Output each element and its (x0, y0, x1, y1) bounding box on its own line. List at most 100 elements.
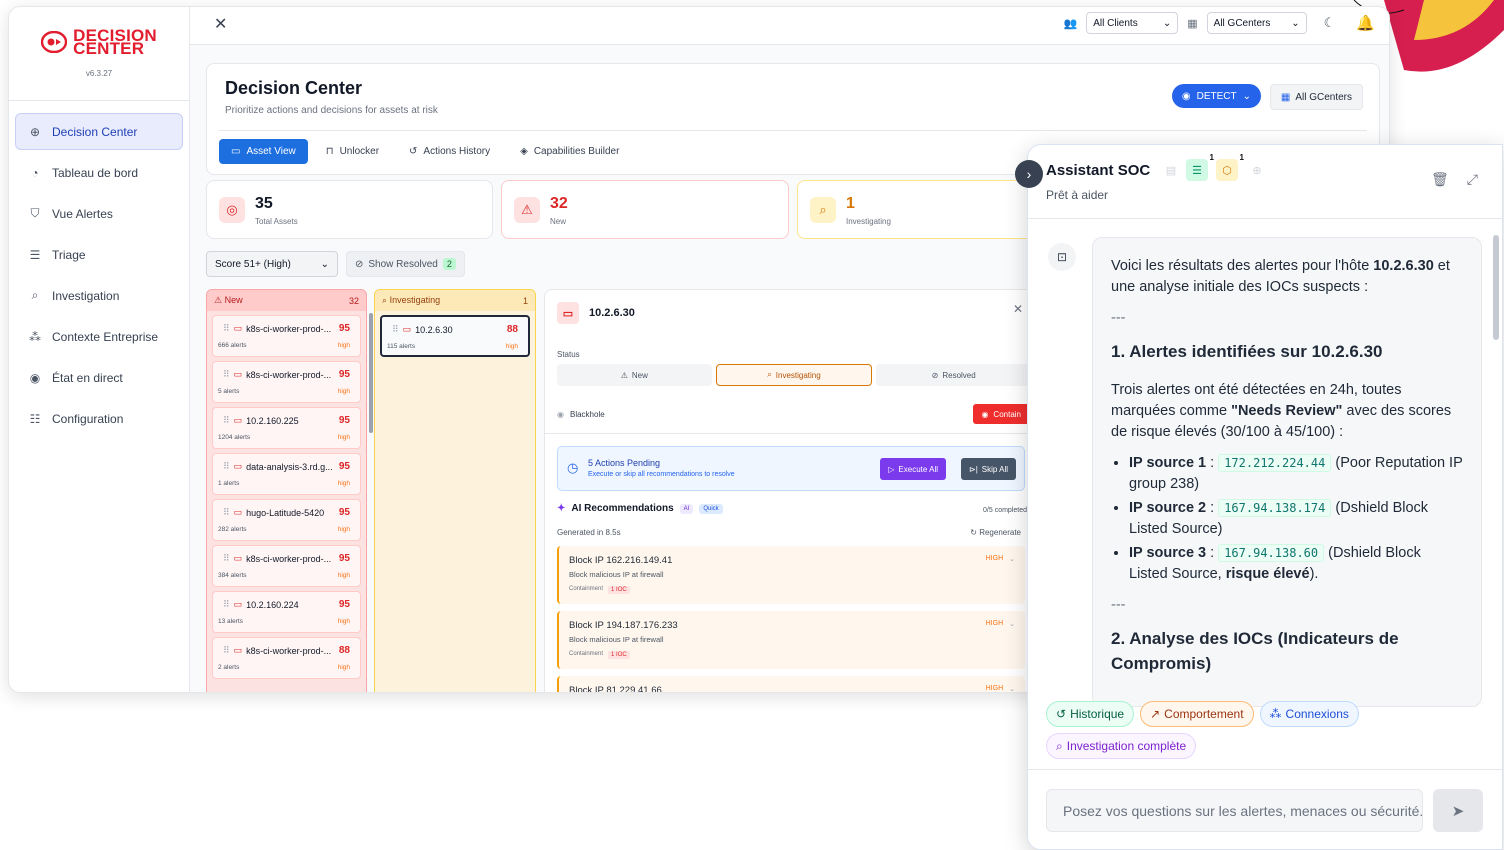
status-investigating-button[interactable]: ⌕ Investigating (715, 364, 873, 386)
chevron-down-icon: ⌄ (1291, 17, 1300, 29)
chip-investigation-complete[interactable]: ⌕ Investigation complète (1046, 733, 1197, 759)
monitor-icon: ▭ (233, 553, 243, 563)
asset-card[interactable]: ⠿ ▭ hugo-Latitude-5420 95 282 alerts high (212, 499, 361, 541)
search-icon: ⌕ (31, 288, 39, 302)
server-icon[interactable]: ☰ 1 (1186, 153, 1214, 181)
chip-historique[interactable]: ↺ Historique (1046, 701, 1135, 727)
asset-card[interactable]: ⠿ ▭ 10.2.160.225 95 1204 alerts high (212, 407, 361, 449)
monitor-icon: ▭ (233, 645, 243, 655)
close-icon[interactable]: ✕ (1013, 302, 1023, 316)
tab-capabilities-builder[interactable]: ◈ Capabilities Builder (508, 139, 631, 164)
regenerate-button[interactable]: ↻ Regenerate (970, 528, 1021, 537)
tab-actions-history[interactable]: ↺ Actions History (397, 139, 502, 164)
collapse-panel-button[interactable]: › (1015, 160, 1043, 188)
sidebar-item-tableau-de-bord[interactable]: ◔ Tableau de bord (15, 154, 183, 191)
database-icon[interactable]: ▤ (1160, 159, 1182, 181)
level-badge: HIGH (985, 685, 1004, 692)
chat-input[interactable]: Posez vos questions sur les alertes, men… (1046, 789, 1423, 832)
check-circle-icon: ⊘ (355, 258, 364, 270)
drag-handle-icon[interactable]: ⠿ (223, 553, 230, 564)
status-option-label: Investigating (775, 370, 821, 380)
contain-button[interactable]: ◉ Contain (973, 404, 1029, 424)
tab-asset-view[interactable]: ▭ Asset View (219, 139, 308, 164)
ioc-badge: 1 IOC (608, 586, 630, 594)
sidebar-item-configuration[interactable]: ☷ Configuration (15, 400, 183, 437)
close-icon[interactable]: ✕ (214, 14, 227, 34)
asset-alert-count: 282 alerts (218, 526, 247, 533)
skip-all-button[interactable]: ⊳| Skip All (960, 458, 1016, 480)
drag-handle-icon[interactable]: ⠿ (223, 369, 230, 380)
soc-assistant-title: Assistant SOC (1046, 162, 1151, 179)
ai-recommendations-header: ✦ AI Recommendations AI Quick (557, 503, 723, 514)
filter-bar: Score 51+ (High) ⌄ ⊘ Show Resolved 2 (206, 251, 465, 277)
sidebar-item-etat-en-direct[interactable]: ◉ État en direct (15, 359, 183, 396)
investigating-card-list: ⠿ ▭ 10.2.6.30 88 115 alerts high (375, 315, 535, 357)
sidebar-item-decision-center[interactable]: ⊕ Decision Center (15, 113, 183, 150)
ip-code: 172.212.224.44 (1218, 454, 1332, 472)
recommendation-level: HIGH ⌄ (986, 620, 1015, 628)
stat-label: Total Assets (255, 217, 298, 226)
drag-handle-icon[interactable]: ⠿ (223, 461, 230, 472)
asset-card[interactable]: ⠿ ▭ 10.2.160.224 95 13 alerts high (212, 591, 361, 633)
column-scrollbar[interactable] (369, 313, 373, 433)
asset-card[interactable]: ⠿ ▭ k8s-ci-worker-prod-... 95 384 alerts high (212, 545, 361, 587)
chip-comportement[interactable]: ↗ Comportement (1140, 701, 1254, 727)
chip-connexions[interactable]: ⁂ Connexions (1259, 701, 1359, 727)
show-resolved-button[interactable]: ⊘ Show Resolved 2 (346, 251, 465, 277)
stat-value: 32 (550, 195, 568, 212)
recommendation-meta: Containment 1 IOC (569, 586, 630, 594)
asset-card[interactable]: ⠿ ▭ 10.2.6.30 88 115 alerts high (380, 315, 530, 357)
building-icon: ▦ (1187, 17, 1198, 30)
drag-handle-icon[interactable]: ⠿ (223, 599, 230, 610)
chat-scrollbar[interactable] (1493, 235, 1499, 340)
sidebar-item-vue-alertes[interactable]: ⛉ Vue Alertes (15, 195, 183, 232)
status-new-button[interactable]: ⚠ New (557, 364, 712, 386)
execute-all-button[interactable]: ▷ Execute All (880, 458, 946, 480)
chevron-down-icon[interactable]: ⌄ (1009, 685, 1015, 692)
chevron-down-icon[interactable]: ⌄ (1009, 620, 1015, 628)
asset-score: 95 (338, 599, 350, 610)
drag-handle-icon[interactable]: ⠿ (392, 324, 399, 335)
trash-icon[interactable]: 🗑 (1431, 171, 1449, 188)
asset-risk-level: high (337, 664, 350, 671)
drag-handle-icon[interactable]: ⠿ (223, 323, 230, 334)
recommendation-card[interactable]: Block IP 162.216.149.41 Block malicious … (557, 546, 1025, 604)
drag-handle-icon[interactable]: ⠿ (223, 415, 230, 426)
monitor-icon: ▭ (233, 507, 243, 517)
sidebar-item-label: Triage (52, 247, 86, 262)
expand-icon[interactable]: ⤢ (1467, 171, 1478, 188)
brand-logo[interactable]: DECISION CENTER (9, 27, 189, 57)
sidebar-item-triage[interactable]: ☰ Triage (15, 236, 183, 273)
hexagon-icon[interactable]: ⬡ 1 (1216, 153, 1244, 181)
detect-button[interactable]: ◉ DETECT ⌄ (1171, 84, 1261, 108)
sidebar-item-investigation[interactable]: ⌕ Investigation (15, 277, 183, 314)
blackhole-row: ◉ Blackhole (557, 410, 605, 419)
globe-icon[interactable]: ⊕ (1246, 159, 1268, 181)
warning-icon: ⚠ (514, 197, 540, 223)
asset-card[interactable]: ⠿ ▭ k8s-ci-worker-prod-... 95 666 alerts high (212, 315, 361, 357)
recommendation-desc: Block malicious IP at firewall (569, 635, 664, 644)
status-resolved-button[interactable]: ⊘ Resolved (876, 364, 1029, 386)
asset-card[interactable]: ⠿ ▭ data-analysis-3.rd.g... 95 1 alerts high (212, 453, 361, 495)
drag-handle-icon[interactable]: ⠿ (223, 507, 230, 518)
column-investigating: ⌕ Investigating 1 ⠿ ▭ 10.2.6.30 88 115 alert… (374, 289, 536, 692)
client-select[interactable]: All Clients ⌄ (1086, 12, 1179, 34)
drag-handle-icon[interactable]: ⠿ (223, 645, 230, 656)
send-button[interactable]: ➤ (1433, 789, 1483, 832)
asset-detail-header: ▭ 10.2.6.30 (557, 302, 635, 324)
recommendation-card[interactable]: Block IP 194.187.176.233 Block malicious… (557, 611, 1025, 669)
gcenter-select[interactable]: All GCenters ⌄ (1206, 12, 1307, 34)
all-gcenters-button[interactable]: ▦ All GCenters (1269, 84, 1363, 110)
asset-card-name: ⠿ ▭ 10.2.160.224 (223, 599, 299, 610)
recommendation-card[interactable]: Block IP 81.229.41.66 HIGH ⌄ (557, 676, 1025, 692)
chevron-down-icon[interactable]: ⌄ (1009, 555, 1015, 563)
moon-icon[interactable]: ☾ (1324, 15, 1336, 31)
bell-icon[interactable]: 🔔 (1356, 14, 1375, 32)
soc-assistant-status: Prêt à aider (1046, 188, 1109, 202)
tab-unlocker[interactable]: ⊓ Unlocker (314, 139, 391, 164)
score-filter-select[interactable]: Score 51+ (High) ⌄ (206, 251, 338, 277)
sidebar-item-contexte-entreprise[interactable]: ⁂ Contexte Entreprise (15, 318, 183, 355)
chip-label: Historique (1070, 707, 1125, 721)
asset-card[interactable]: ⠿ ▭ k8s-ci-worker-prod-... 95 5 alerts high (212, 361, 361, 403)
asset-card[interactable]: ⠿ ▭ k8s-ci-worker-prod-... 88 2 alerts high (212, 637, 361, 679)
